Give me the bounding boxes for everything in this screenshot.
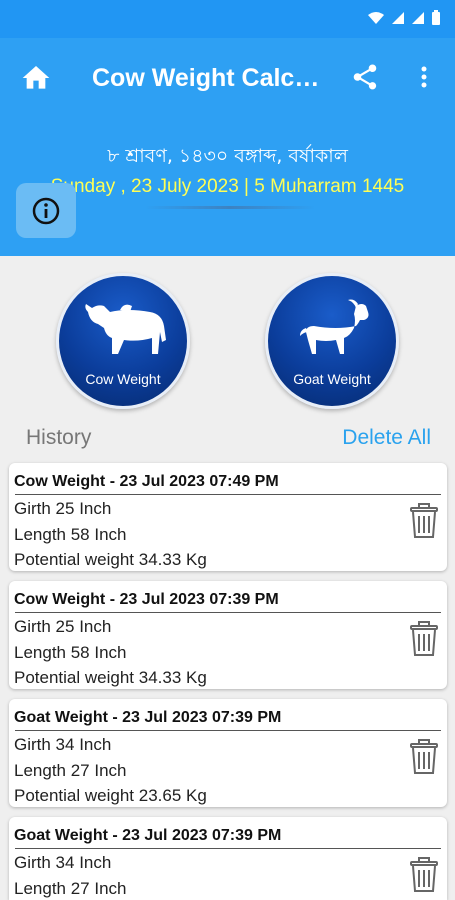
entry-type: Cow Weight — [14, 591, 106, 608]
share-icon — [353, 64, 377, 90]
delete-entry-button[interactable] — [409, 857, 439, 893]
card-divider — [15, 612, 441, 613]
entry-datetime: 23 Jul 2023 07:39 PM — [122, 827, 282, 844]
status-icons — [367, 10, 441, 31]
potential-weight: Potential weight 34.33 Kg — [14, 550, 207, 569]
trash-icon — [410, 857, 438, 892]
potential-weight: Potential weight 34.33 Kg — [14, 668, 207, 687]
app-header: Cow Weight Calcu… ৮ শ্রাবণ, ১৪৩০ বঙ্গাব্… — [0, 38, 455, 256]
card-header: Cow Weight - 23 Jul 2023 07:39 PM — [14, 591, 279, 609]
entry-type: Goat Weight — [14, 709, 108, 726]
girth-value: Girth 34 Inch — [14, 853, 112, 872]
entry-datetime: 23 Jul 2023 07:39 PM — [122, 709, 282, 726]
girth-value: Girth 34 Inch — [14, 735, 112, 754]
length-value: Length 27 Inch — [14, 879, 127, 898]
share-button[interactable] — [350, 62, 380, 92]
overflow-menu-button[interactable] — [414, 62, 434, 92]
delete-all-button[interactable]: Delete All — [342, 426, 431, 450]
header-separator: - — [105, 591, 120, 608]
cow-icon — [85, 304, 166, 354]
header-separator: - — [107, 827, 123, 844]
card-divider — [15, 730, 441, 731]
entry-datetime: 23 Jul 2023 07:49 PM — [119, 473, 279, 490]
home-button[interactable] — [20, 62, 52, 94]
status-bar — [0, 0, 455, 38]
length-value: Length 27 Inch — [14, 761, 127, 780]
wifi-icon — [367, 11, 385, 30]
signal-icon — [391, 11, 405, 30]
history-card: Cow Weight - 23 Jul 2023 07:49 PM Girth … — [9, 463, 447, 571]
more-vert-icon — [421, 66, 427, 88]
history-card: Goat Weight - 23 Jul 2023 07:39 PM Girth… — [9, 699, 447, 807]
delete-entry-button[interactable] — [409, 503, 439, 539]
history-card: Goat Weight - 23 Jul 2023 07:39 PM Girth… — [9, 817, 447, 900]
history-heading: History — [26, 426, 92, 449]
goat-icon — [300, 299, 369, 354]
card-divider — [15, 494, 441, 495]
cow-weight-label: Cow Weight — [85, 371, 161, 387]
trash-icon — [410, 621, 438, 656]
date-divider — [145, 206, 315, 209]
home-icon — [22, 66, 50, 89]
card-header: Goat Weight - 23 Jul 2023 07:39 PM — [14, 827, 281, 845]
length-value: Length 58 Inch — [14, 525, 127, 544]
entry-datetime: 23 Jul 2023 07:39 PM — [119, 591, 279, 608]
entry-type: Cow Weight — [14, 473, 106, 490]
info-icon — [32, 197, 60, 224]
girth-value: Girth 25 Inch — [14, 499, 112, 518]
girth-value: Girth 25 Inch — [14, 617, 112, 636]
bangla-date: ৮ শ্রাবণ, ১৪৩০ বঙ্গাব্দ, বর্ষাকাল — [107, 145, 348, 167]
info-button[interactable] — [16, 183, 76, 238]
card-divider — [15, 848, 441, 849]
delete-entry-button[interactable] — [409, 739, 439, 775]
entry-type: Goat Weight — [14, 827, 108, 844]
card-header: Cow Weight - 23 Jul 2023 07:49 PM — [14, 473, 279, 491]
app-title: Cow Weight Calcu… — [92, 64, 328, 92]
length-value: Length 58 Inch — [14, 643, 127, 662]
cow-weight-button[interactable]: Cow Weight — [56, 273, 190, 409]
battery-icon — [431, 10, 441, 31]
delete-entry-button[interactable] — [409, 621, 439, 657]
card-header: Goat Weight - 23 Jul 2023 07:39 PM — [14, 709, 281, 727]
signal-icon-2 — [411, 11, 425, 30]
trash-icon — [410, 503, 438, 538]
history-card: Cow Weight - 23 Jul 2023 07:39 PM Girth … — [9, 581, 447, 689]
goat-weight-label: Goat Weight — [293, 371, 371, 387]
header-separator: - — [107, 709, 123, 726]
goat-weight-button[interactable]: Goat Weight — [265, 273, 399, 409]
header-separator: - — [105, 473, 120, 490]
potential-weight: Potential weight 23.65 Kg — [14, 786, 207, 805]
trash-icon — [410, 739, 438, 774]
